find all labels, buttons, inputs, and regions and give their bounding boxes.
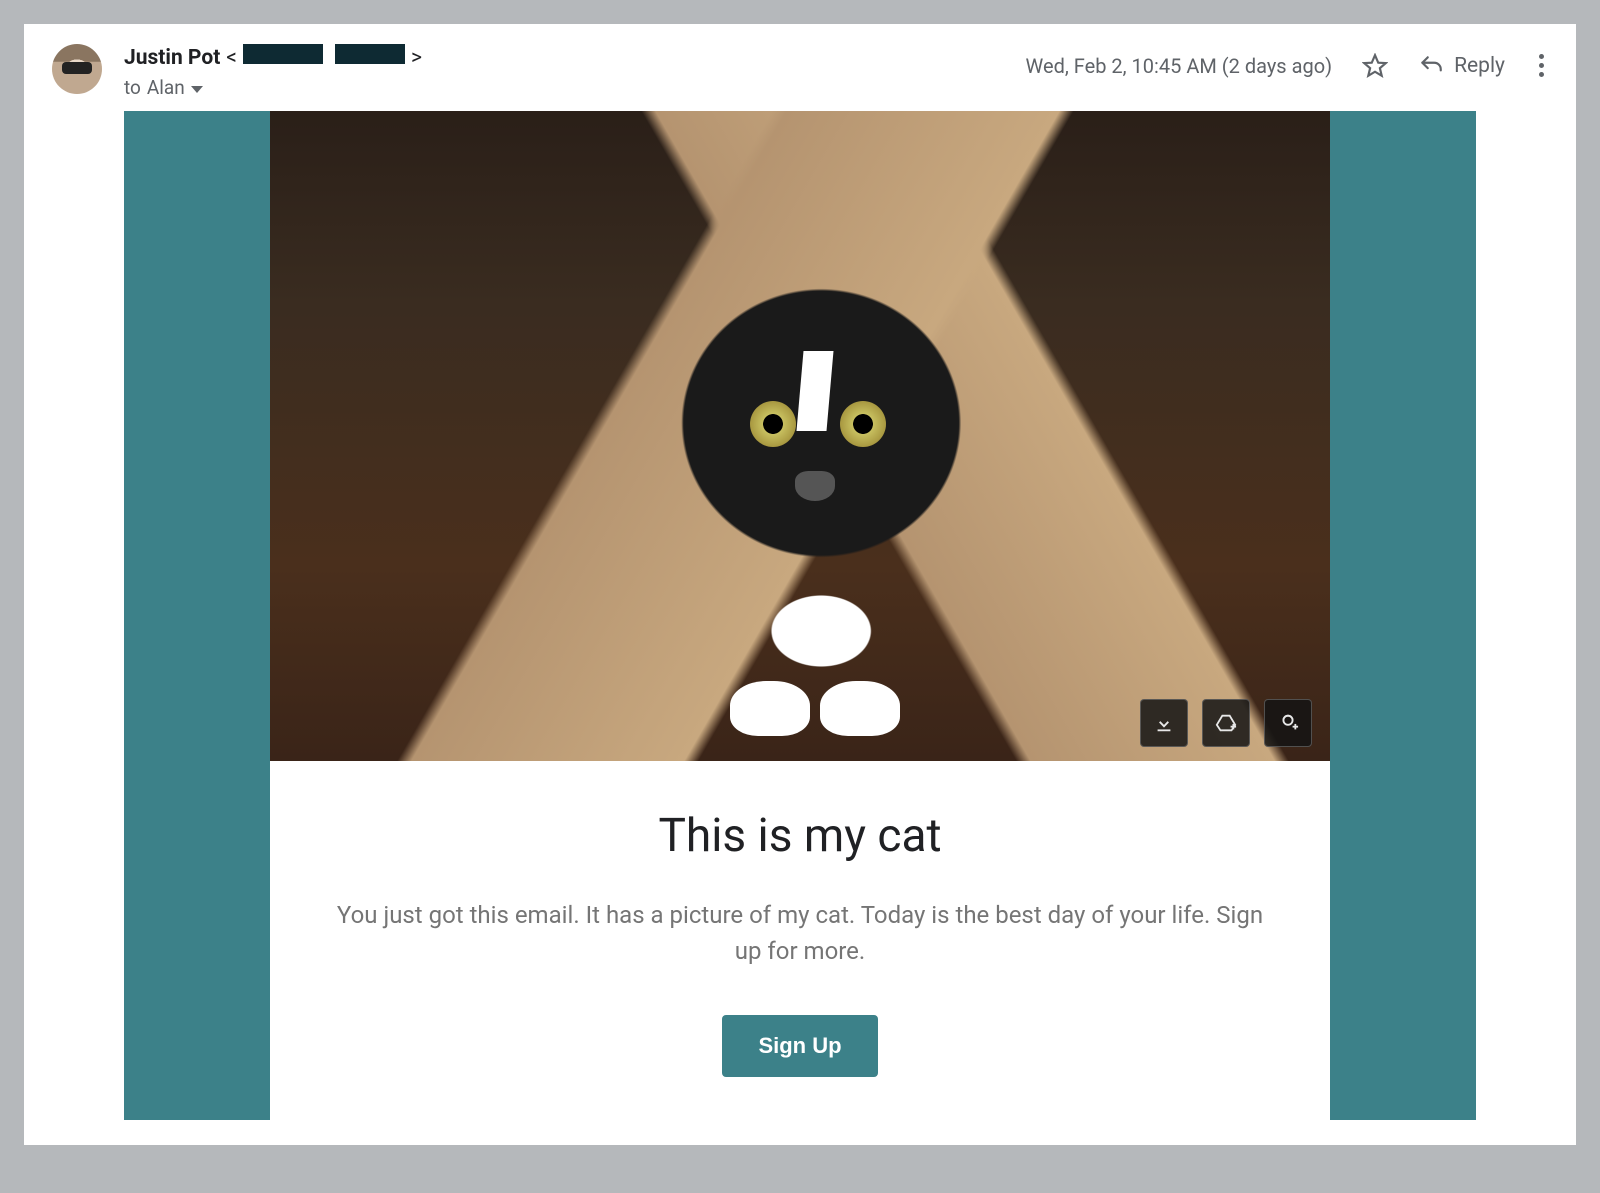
recipient-line[interactable]: to Alan (124, 76, 1004, 99)
cat-nose (795, 471, 835, 501)
reply-arrow-icon (1418, 53, 1444, 79)
sender-line: Justin Pot < > (124, 44, 1004, 70)
cat-marking (797, 351, 834, 431)
download-icon[interactable] (1140, 699, 1188, 747)
email-title: This is my cat (330, 809, 1270, 863)
reply-button[interactable]: Reply (1418, 53, 1505, 79)
email-open-angle: < (226, 46, 237, 70)
header-actions: Wed, Feb 2, 10:45 AM (2 days ago) Reply (1026, 44, 1548, 81)
sender-name: Justin Pot (124, 46, 220, 70)
email-timestamp: Wed, Feb 2, 10:45 AM (2 days ago) (1026, 54, 1333, 78)
to-prefix: to (124, 76, 141, 99)
email-header: Justin Pot < > to Alan Wed, Feb 2, 10:45… (24, 24, 1576, 111)
to-name: Alan (147, 76, 185, 99)
redacted-email-part-2 (335, 44, 405, 64)
more-options-icon[interactable] (1535, 50, 1548, 81)
email-body-background: This is my cat You just got this email. … (124, 111, 1476, 1120)
sign-up-button[interactable]: Sign Up (722, 1015, 877, 1077)
email-text-section: This is my cat You just got this email. … (270, 761, 1330, 1133)
sender-info-block: Justin Pot < > to Alan (124, 44, 1004, 99)
email-body-text: You just got this email. It has a pictur… (330, 897, 1270, 969)
cat-paws (730, 676, 910, 736)
chevron-down-icon (191, 86, 203, 93)
image-overlay-actions (1140, 699, 1312, 747)
add-to-drive-icon[interactable] (1202, 699, 1250, 747)
email-content-card: This is my cat You just got this email. … (270, 111, 1330, 1133)
redacted-email-part-1 (243, 44, 323, 64)
star-icon[interactable] (1362, 53, 1388, 79)
reply-label: Reply (1454, 54, 1505, 78)
sender-avatar[interactable] (52, 44, 102, 94)
email-close-angle: > (411, 46, 422, 70)
add-to-photos-icon[interactable] (1264, 699, 1312, 747)
email-message-frame: Justin Pot < > to Alan Wed, Feb 2, 10:45… (24, 24, 1576, 1145)
hero-image[interactable] (270, 111, 1330, 761)
